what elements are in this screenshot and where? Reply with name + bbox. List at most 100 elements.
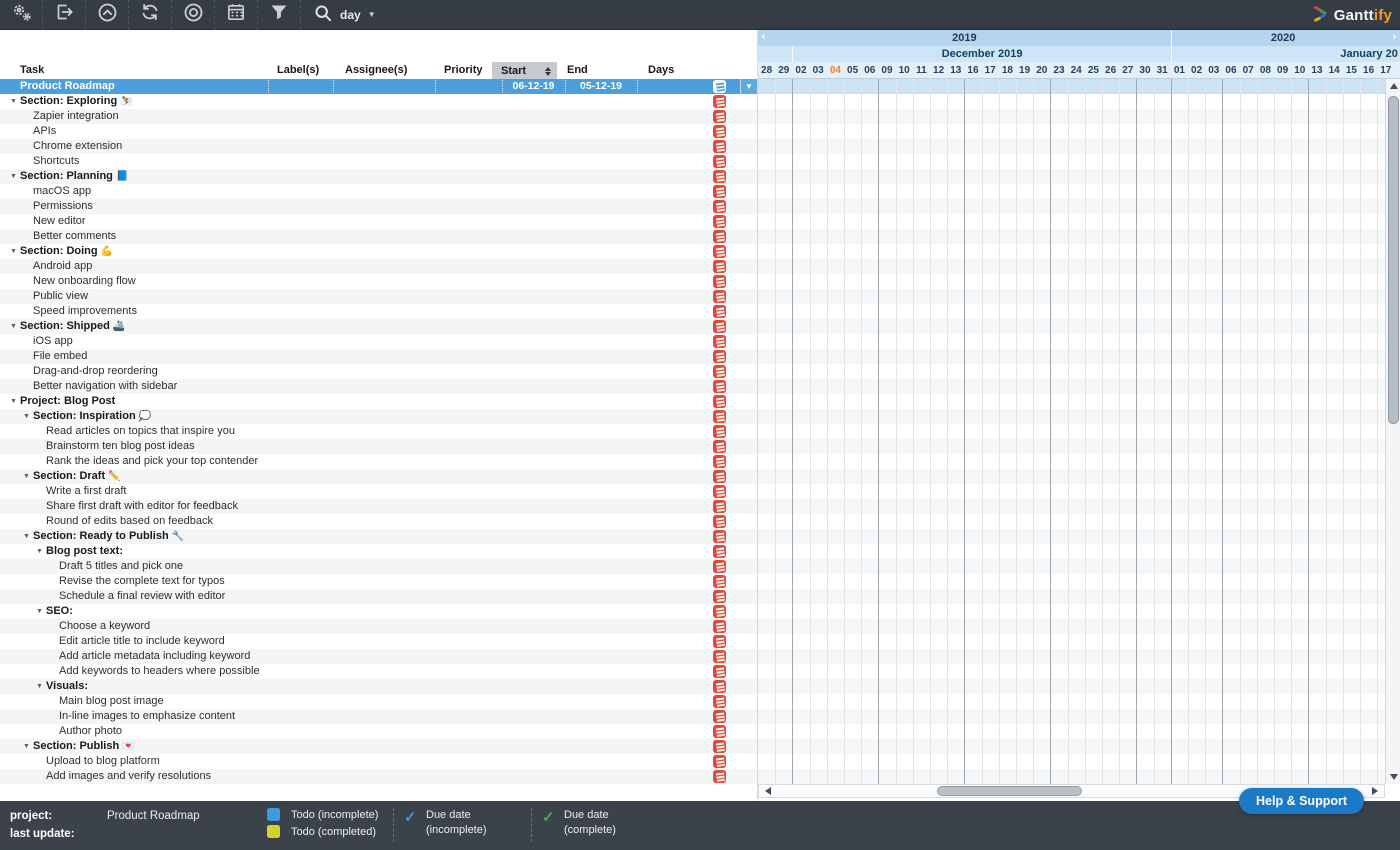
vertical-scrollbar[interactable] [1385, 79, 1400, 784]
collapse-chevron-icon[interactable]: ▼ [36, 679, 43, 694]
todoist-icon[interactable] [713, 290, 726, 303]
todoist-icon[interactable] [713, 725, 726, 738]
scroll-left-button[interactable] [761, 785, 775, 797]
target-button[interactable] [172, 0, 215, 30]
todoist-icon[interactable] [713, 395, 726, 408]
task-row[interactable]: Better comments [0, 229, 757, 244]
todoist-icon[interactable] [713, 620, 726, 633]
export-button[interactable] [43, 0, 86, 30]
todoist-icon[interactable] [713, 335, 726, 348]
help-support-button[interactable]: Help & Support [1239, 788, 1364, 814]
todoist-icon[interactable] [713, 755, 726, 768]
todoist-icon[interactable] [713, 770, 726, 783]
scroll-right-button[interactable] [1368, 785, 1382, 797]
task-row[interactable]: ▼SEO: [0, 604, 757, 619]
collapse-chevron-icon[interactable]: ▼ [10, 394, 17, 409]
scroll-left-icon[interactable]: ‹ [758, 30, 769, 46]
task-row[interactable]: Draft 5 titles and pick one [0, 559, 757, 574]
collapse-chevron-icon[interactable]: ▼ [23, 409, 30, 424]
task-row[interactable]: Main blog post image [0, 694, 757, 709]
todoist-icon[interactable] [713, 110, 726, 123]
task-row[interactable]: ▼Section: Planning 📘 [0, 169, 757, 184]
task-row[interactable]: ▼Section: Doing 💪 [0, 244, 757, 259]
calendar-button[interactable] [215, 0, 258, 30]
todoist-icon[interactable] [713, 455, 726, 468]
todoist-icon[interactable] [713, 500, 726, 513]
collapse-chevron-icon[interactable]: ▼ [10, 319, 17, 334]
collapse-chevron-icon[interactable]: ▼ [10, 244, 17, 259]
todoist-icon[interactable] [713, 635, 726, 648]
todoist-icon[interactable] [713, 545, 726, 558]
collapse-all-button[interactable] [86, 0, 129, 30]
todoist-icon[interactable] [713, 200, 726, 213]
task-row[interactable]: Brainstorm ten blog post ideas [0, 439, 757, 454]
collapse-chevron-icon[interactable]: ▼ [10, 169, 17, 184]
task-row[interactable]: Write a first draft [0, 484, 757, 499]
task-row[interactable]: Drag-and-drop reordering [0, 364, 757, 379]
task-row[interactable]: Read articles on topics that inspire you [0, 424, 757, 439]
todoist-icon[interactable] [713, 530, 726, 543]
task-row[interactable]: New editor [0, 214, 757, 229]
task-row[interactable]: ▼Section: Draft ✏️ [0, 469, 757, 484]
todoist-icon[interactable] [713, 320, 726, 333]
todoist-icon[interactable] [713, 365, 726, 378]
task-row[interactable]: ▼Visuals: [0, 679, 757, 694]
task-row[interactable]: Share first draft with editor for feedba… [0, 499, 757, 514]
filter-button[interactable] [258, 0, 301, 30]
task-row[interactable]: ▼Section: Publish 💌 [0, 739, 757, 754]
collapse-chevron-icon[interactable]: ▼ [10, 94, 17, 109]
todoist-icon[interactable] [713, 125, 726, 138]
row-dropdown[interactable]: ▼ [740, 79, 757, 94]
task-row[interactable]: Revise the complete text for typos [0, 574, 757, 589]
task-row[interactable]: Product Roadmap06-12-1905-12-19▼ [0, 79, 757, 94]
horizontal-scrollbar-thumb[interactable] [937, 786, 1082, 796]
todoist-icon[interactable] [713, 680, 726, 693]
scroll-down-button[interactable] [1386, 770, 1400, 784]
todoist-icon[interactable] [713, 260, 726, 273]
todoist-icon[interactable] [713, 665, 726, 678]
task-row[interactable]: Round of edits based on feedback [0, 514, 757, 529]
vertical-scrollbar-thumb[interactable] [1388, 96, 1399, 424]
task-row[interactable]: Author photo [0, 724, 757, 739]
task-row[interactable]: Chrome extension [0, 139, 757, 154]
column-header-start[interactable]: Start [492, 62, 557, 80]
todoist-icon[interactable] [713, 575, 726, 588]
collapse-chevron-icon[interactable]: ▼ [23, 469, 30, 484]
sort-icon[interactable] [545, 67, 551, 76]
task-row[interactable]: ▼Project: Blog Post [0, 394, 757, 409]
todoist-icon[interactable] [713, 485, 726, 498]
task-row[interactable]: ▼Section: Shipped 🚢 [0, 319, 757, 334]
task-row[interactable]: Android app [0, 259, 757, 274]
task-row[interactable]: New onboarding flow [0, 274, 757, 289]
todoist-icon[interactable] [713, 140, 726, 153]
task-row[interactable]: ▼Section: Ready to Publish 🔧 [0, 529, 757, 544]
todoist-icon[interactable] [713, 425, 726, 438]
todoist-icon[interactable] [713, 95, 726, 108]
task-row[interactable]: Add keywords to headers where possible [0, 664, 757, 679]
task-row[interactable]: Shortcuts [0, 154, 757, 169]
todoist-icon[interactable] [713, 710, 726, 723]
collapse-chevron-icon[interactable]: ▼ [23, 529, 30, 544]
todoist-icon[interactable] [713, 410, 726, 423]
task-row[interactable]: Public view [0, 289, 757, 304]
todoist-icon[interactable] [713, 590, 726, 603]
todoist-icon[interactable] [713, 275, 726, 288]
todoist-icon[interactable] [713, 155, 726, 168]
todoist-icon[interactable] [713, 440, 726, 453]
todoist-icon[interactable] [713, 185, 726, 198]
todoist-icon[interactable] [713, 170, 726, 183]
todoist-icon[interactable] [713, 230, 726, 243]
zoom-dropdown[interactable]: day ▼ [301, 0, 388, 30]
todoist-icon[interactable] [713, 215, 726, 228]
task-row[interactable]: Schedule a final review with editor [0, 589, 757, 604]
todoist-icon[interactable] [713, 350, 726, 363]
task-row[interactable]: Rank the ideas and pick your top contend… [0, 454, 757, 469]
settings-gears-button[interactable] [0, 0, 43, 30]
todoist-icon[interactable] [713, 605, 726, 618]
todoist-icon[interactable] [713, 470, 726, 483]
scroll-up-button[interactable] [1386, 79, 1400, 93]
task-row[interactable]: Better navigation with sidebar [0, 379, 757, 394]
task-row[interactable]: iOS app [0, 334, 757, 349]
todoist-icon[interactable] [713, 740, 726, 753]
todoist-icon[interactable] [713, 380, 726, 393]
